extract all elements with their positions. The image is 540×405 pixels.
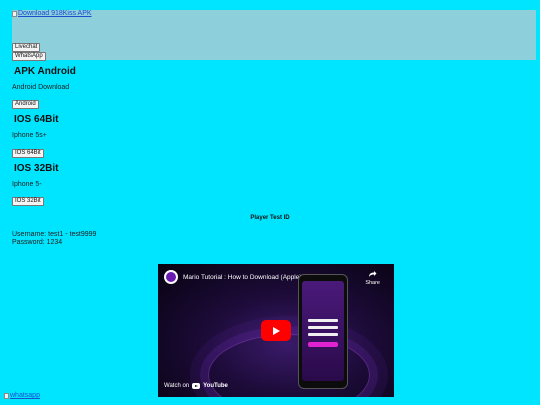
- watch-on-youtube-link[interactable]: Watch on YouTube: [164, 383, 228, 389]
- broken-image-icon: [4, 392, 9, 399]
- android-download-button[interactable]: Android: [12, 100, 39, 109]
- play-icon: [273, 326, 280, 335]
- iphone-5s-plus-text: Iphone 5s+: [12, 132, 47, 139]
- watch-on-label: Watch on: [164, 383, 190, 389]
- youtube-video-embed[interactable]: Mario Tutorial : How to Download (Apple)…: [158, 264, 394, 397]
- ios-32bit-button[interactable]: IOS 32Bit: [12, 197, 44, 206]
- top-banner: Download 918Kiss APK: [12, 10, 536, 60]
- player-test-id-label: Player Test ID: [250, 215, 290, 221]
- test-password-text: Password: 1234: [12, 239, 63, 246]
- phone-screen: [302, 281, 344, 381]
- iphone-5-minus-text: Iphone 5-: [12, 181, 42, 188]
- whatsapp-button[interactable]: WhatsApp: [12, 52, 46, 61]
- share-button[interactable]: Share: [365, 270, 380, 286]
- download-apk-link[interactable]: Download 918Kiss APK: [12, 10, 92, 17]
- broken-image-icon: [12, 10, 17, 17]
- ios-64bit-heading: IOS 64Bit: [14, 114, 59, 125]
- phone-mockup: [298, 274, 348, 389]
- android-download-text: Android Download: [12, 84, 70, 91]
- video-title[interactable]: Mario Tutorial : How to Download (Apple): [183, 274, 302, 281]
- channel-logo-icon: [166, 272, 176, 282]
- ios-32bit-heading: IOS 32Bit: [14, 163, 59, 174]
- ios-64bit-button[interactable]: IOS 64Bit: [12, 149, 44, 158]
- youtube-brand-text: YouTube: [203, 383, 228, 389]
- livechat-button[interactable]: Livechat: [12, 43, 41, 52]
- test-username-text: Username: test1 - test9999: [12, 231, 97, 238]
- login-form-graphic: [308, 319, 338, 347]
- share-label: Share: [365, 280, 380, 286]
- apk-android-heading: APK Android: [14, 66, 76, 77]
- download-apk-link-text: Download 918Kiss APK: [18, 10, 92, 17]
- share-icon: [369, 271, 377, 277]
- youtube-logo-icon: [192, 383, 201, 389]
- play-button[interactable]: [261, 320, 291, 341]
- channel-avatar[interactable]: [164, 270, 178, 284]
- whatsapp-footer-link[interactable]: whatsapp: [4, 392, 40, 399]
- whatsapp-footer-link-text: whatsapp: [10, 392, 40, 399]
